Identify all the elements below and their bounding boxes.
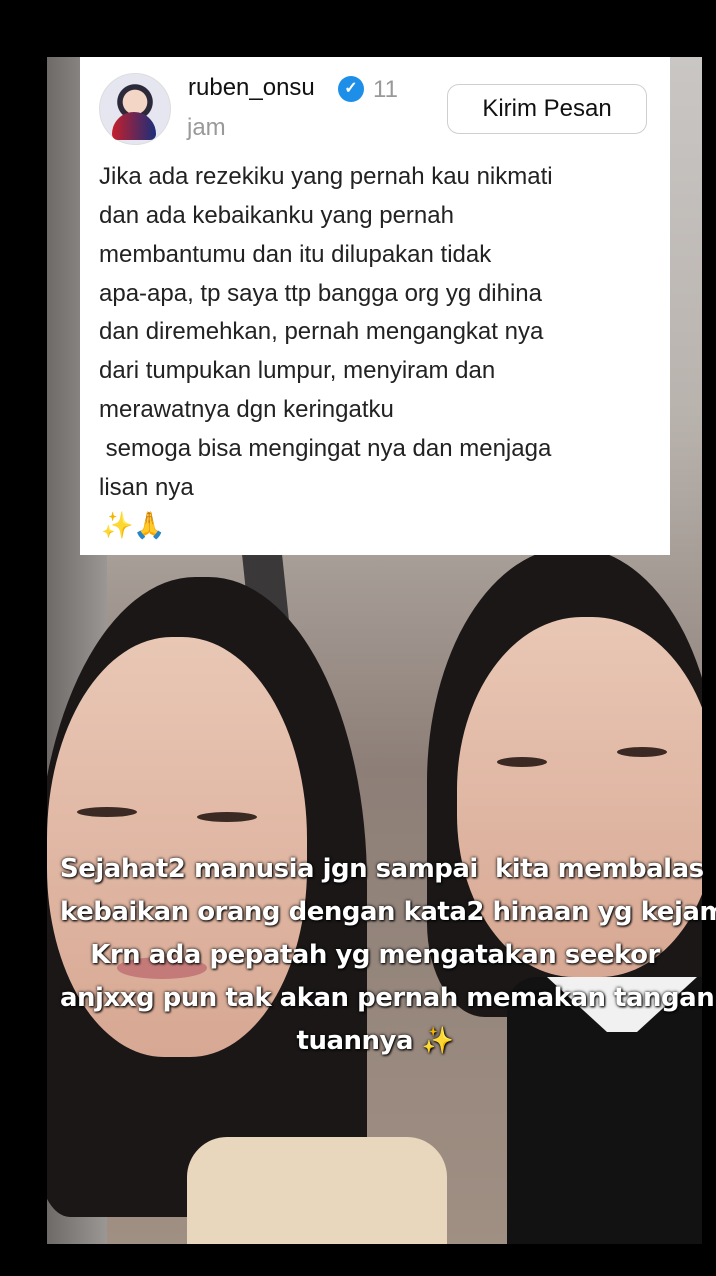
- post-emojis: ✨🙏: [101, 510, 166, 540]
- send-message-button[interactable]: Kirim Pesan: [447, 84, 647, 134]
- post-text-line: Jika ada rezekiku yang pernah kau nikmat…: [99, 163, 553, 190]
- caption-line: Krn ada pepatah yg mengatakan seekor: [90, 940, 660, 970]
- caption-line: tuannya ✨: [296, 1026, 454, 1056]
- verified-badge-icon: ✓: [338, 76, 364, 102]
- post-text-line: merawatnya dgn keringatku: [99, 396, 394, 423]
- video-caption: Sejahat2 manusia jgn sampai kita membala…: [60, 848, 716, 1063]
- post-text-line: membantumu dan itu dilupakan tidak: [99, 241, 492, 268]
- caption-line: anjxxg pun tak akan pernah memakan tanga…: [60, 983, 715, 1013]
- caption-line: kebaikan orang dengan kata2 hinaan yg ke…: [60, 897, 716, 927]
- post-text-line: lisan nya: [99, 474, 194, 501]
- username[interactable]: ruben_onsu: [188, 74, 315, 102]
- timestamp-unit: jam: [187, 114, 226, 141]
- post-text-line: semoga bisa mengingat nya dan menjaga: [99, 435, 552, 462]
- post-text-line: apa-apa, tp saya ttp bangga org yg dihin…: [99, 280, 542, 307]
- timestamp-value: 11: [373, 76, 398, 103]
- post-text-line: dan diremehkan, pernah mengangkat nya: [99, 318, 544, 345]
- post-text-line: dari tumpukan lumpur, menyiram dan: [99, 357, 496, 384]
- post-text-line: dan ada kebaikanku yang pernah: [99, 202, 454, 229]
- caption-line: Sejahat2 manusia jgn sampai kita membala…: [60, 854, 704, 884]
